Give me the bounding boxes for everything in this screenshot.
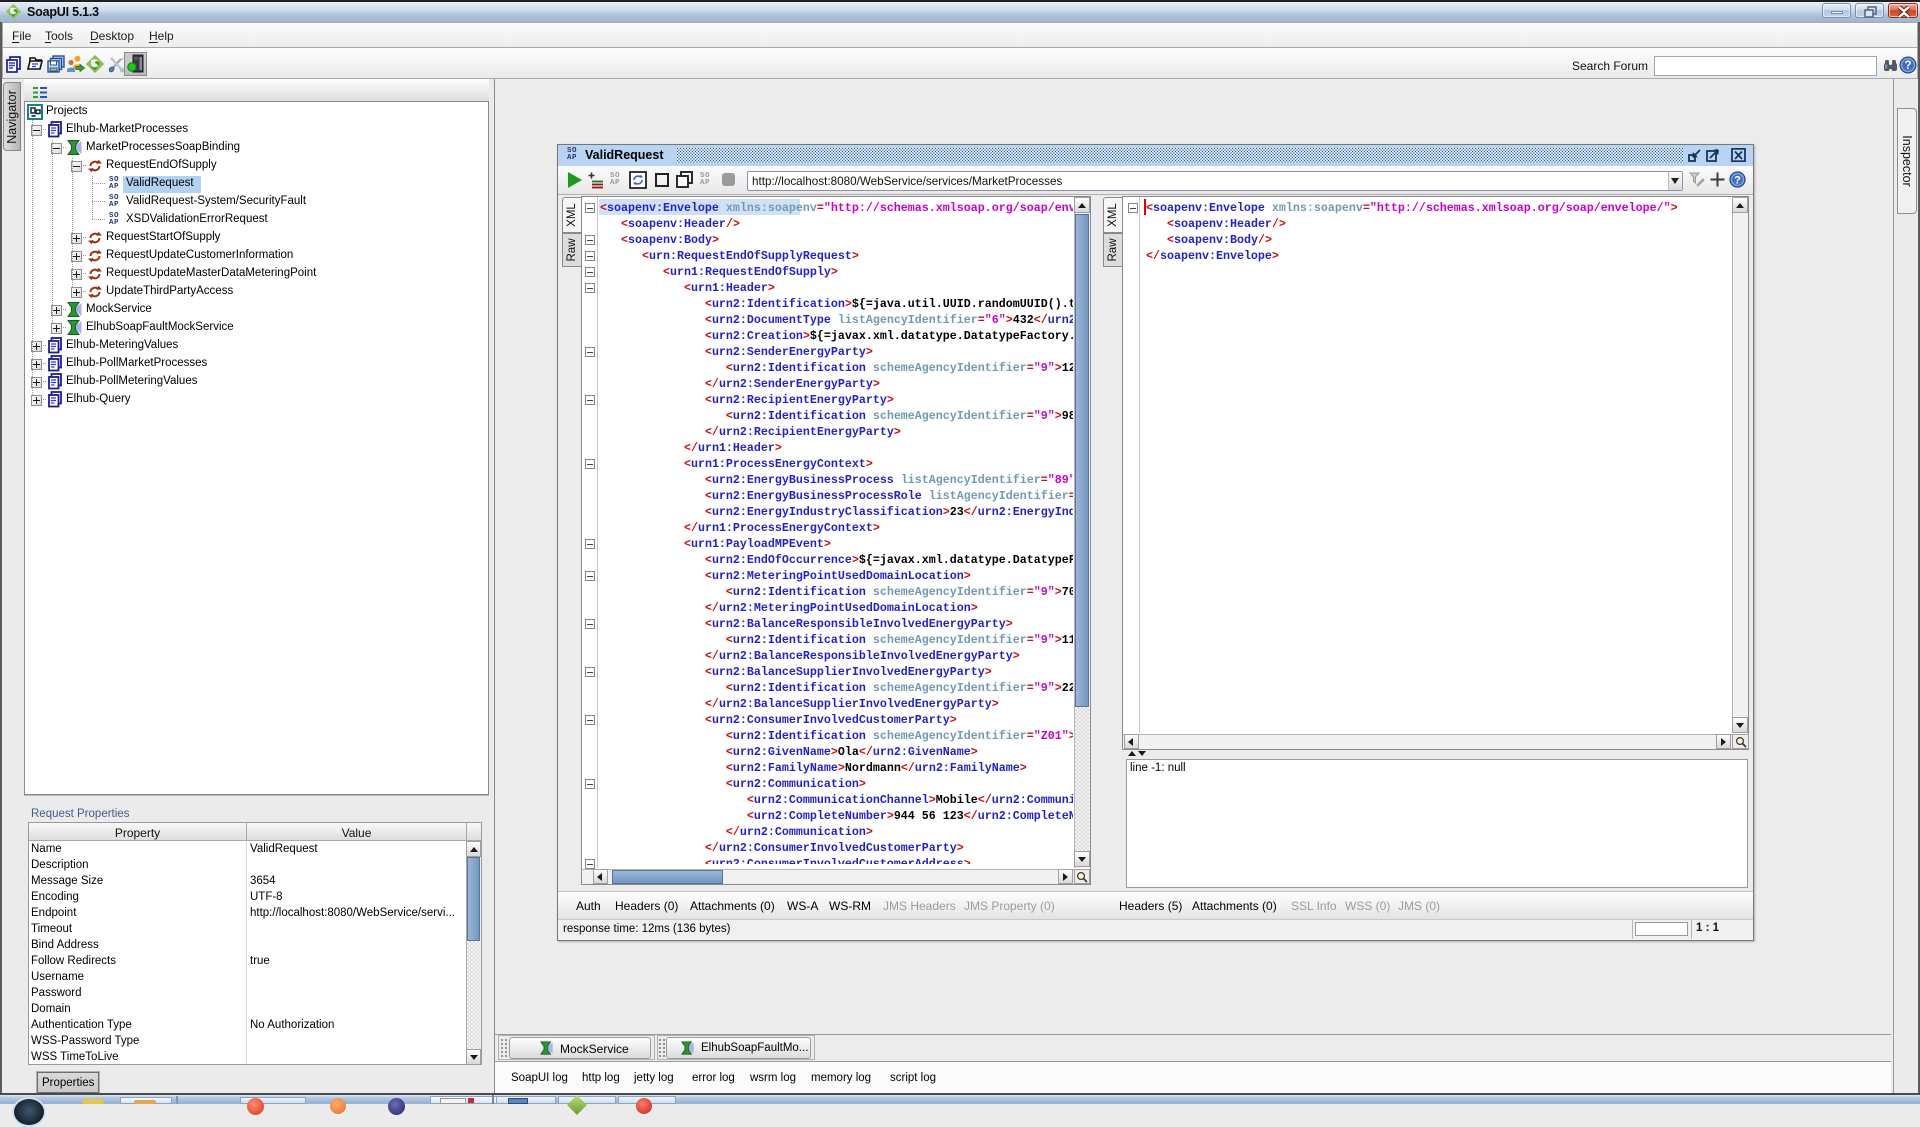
svg-text:?: ? [1904, 60, 1911, 72]
svg-text:?: ? [1734, 175, 1741, 187]
